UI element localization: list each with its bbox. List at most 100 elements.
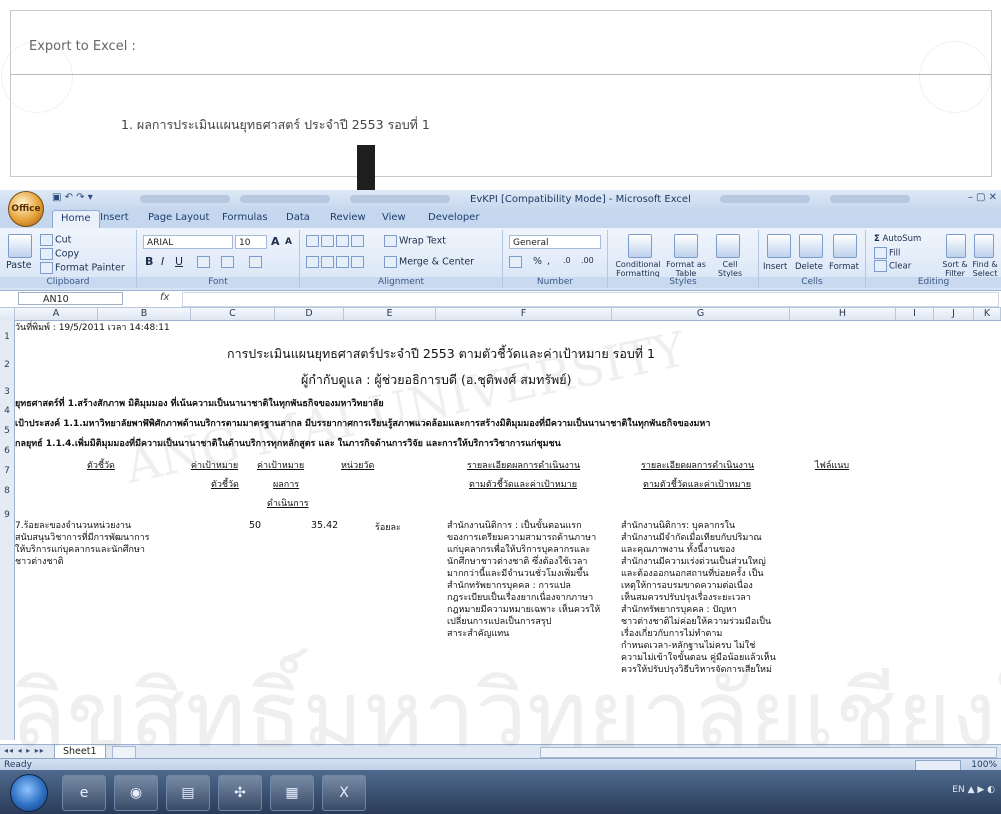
tab-home[interactable]: Home [52,210,100,228]
sort-filter-button[interactable]: Sort & Filter [940,260,970,278]
find-select-button[interactable]: Find & Select [970,260,1000,278]
group-label-cells: Cells [759,277,865,288]
format-button[interactable]: Format [829,262,859,272]
font-color-icon [249,256,262,268]
column-header[interactable]: G [612,308,790,320]
horizontal-scrollbar[interactable] [540,747,997,758]
brush-icon [40,262,53,274]
taskbar-excel-button[interactable]: X [322,775,366,811]
fill-color-icon [221,256,234,268]
borders-button[interactable] [197,256,212,268]
tab-page-layout[interactable]: Page Layout [148,212,209,223]
bold-button[interactable]: B [145,255,153,268]
start-button[interactable] [10,774,48,812]
tab-developer[interactable]: Developer [428,212,479,223]
grow-font-button[interactable]: A [271,235,280,248]
row-header[interactable]: 3 [0,387,14,397]
office-button[interactable]: Office [8,191,44,227]
percent-button[interactable]: % [533,256,542,267]
row-header[interactable]: 6 [0,446,14,456]
tab-formulas[interactable]: Formulas [222,212,268,223]
tab-review[interactable]: Review [330,212,366,223]
formula-input[interactable] [182,292,999,307]
tab-data[interactable]: Data [286,212,310,223]
quick-access-toolbar[interactable]: ▣ ↶ ↷ ▾ [52,192,132,207]
row-header[interactable]: 1 [0,332,14,342]
merge-center-button[interactable]: Merge & Center [384,256,474,268]
column-header[interactable]: J [934,308,974,320]
orientation-icon [351,235,364,247]
taskbar-app-button[interactable]: ✣ [218,775,262,811]
currency-button[interactable] [509,256,524,268]
column-header[interactable]: K [974,308,1001,320]
taskbar-media-button[interactable]: ◉ [114,775,158,811]
group-number: General % , .0 .00 Number [503,230,608,288]
clear-button[interactable]: Clear [874,260,911,272]
format-as-table-button[interactable]: Format as Table [664,260,708,278]
row-header[interactable]: 7 [0,466,14,476]
fx-icon[interactable]: fx [160,292,169,303]
format-cells-icon [833,234,857,258]
sheet-navigation[interactable]: ◂◂ ◂ ▸ ▸▸ [4,746,45,755]
column-header[interactable]: F [436,308,612,320]
name-box[interactable]: AN10 [18,292,123,305]
header-detail-g-2: ตามตัวชี้วัดและค่าเป้าหมาย [643,480,751,490]
column-header[interactable]: D [275,308,344,320]
italic-button[interactable]: I [161,255,164,268]
fill-color-button[interactable] [221,256,236,268]
column-header[interactable]: B [98,308,191,320]
window-controls[interactable]: – ▢ ✕ [968,192,997,203]
column-header[interactable]: C [191,308,275,320]
cell-indicator: 7.ร้อยละของจำนวนหน่วยงาน สนับสนุนวิชาการ… [15,521,150,567]
row-header[interactable]: 5 [0,426,14,436]
delete-button[interactable]: Delete [795,262,823,272]
format-painter-button[interactable]: Format Painter [40,262,125,274]
cell-styles-button[interactable]: Cell Styles [710,260,750,278]
align-middle-icon [321,235,334,247]
underline-button[interactable]: U [175,255,183,268]
sheet-tab-bar: ◂◂ ◂ ▸ ▸▸ Sheet1 [0,744,1001,759]
tab-view[interactable]: View [382,212,406,223]
row-header[interactable]: 4 [0,406,14,416]
header-detail-f-2: ตามตัวชี้วัดและค่าเป้าหมาย [469,480,577,490]
system-tray[interactable]: EN ▲ ▶ ◐ [952,785,995,795]
font-color-button[interactable] [249,256,264,268]
column-header[interactable]: A [15,308,98,320]
taskbar-ie-button[interactable]: e [62,775,106,811]
row-header[interactable]: 9 [0,510,14,520]
wrap-text-icon [384,235,397,247]
select-all-corner[interactable] [0,308,15,320]
wrap-text-button[interactable]: Wrap Text [384,235,446,247]
sheet-tab-sheet1[interactable]: Sheet1 [54,745,106,759]
taskbar-blur [830,195,910,203]
align-top-buttons[interactable] [306,235,366,247]
taskbar-folder-button[interactable]: ▤ [166,775,210,811]
column-header[interactable]: I [896,308,934,320]
paste-button[interactable]: Paste [6,260,32,271]
align-left-buttons[interactable] [306,256,366,268]
group-label-font: Font [137,277,299,288]
currency-icon [509,256,522,268]
tab-insert[interactable]: Insert [100,212,129,223]
worksheet-grid[interactable]: วันที่พิมพ์ : 19/5/2011 เวลา 14:48:11 กา… [15,320,1001,744]
increase-decimal-button[interactable]: .0 [563,256,571,265]
number-format-select[interactable]: General [509,235,601,249]
insert-button[interactable]: Insert [763,262,787,272]
font-name-select[interactable]: ARIAL [143,235,233,249]
fill-button[interactable]: Fill [874,247,900,259]
taskbar-doc-button[interactable]: ▦ [270,775,314,811]
conditional-formatting-button[interactable]: Conditional Formatting [614,260,662,278]
decrease-decimal-button[interactable]: .00 [581,256,594,265]
strategy-line: ยุทธศาสตร์ที่ 1.สร้างสักภาพ มิติมุมมอง ท… [15,399,384,409]
copy-button[interactable]: Copy [40,248,79,260]
font-size-select[interactable]: 10 [235,235,267,249]
comma-button[interactable]: , [547,256,550,267]
export-link-strategy-plan[interactable]: 1. ผลการประเมินแผนยุทธศาสตร์ ประจำปี 255… [121,115,430,135]
shrink-font-button[interactable]: A [285,237,292,247]
column-header[interactable]: H [790,308,896,320]
cut-button[interactable]: Cut [40,234,71,246]
row-header[interactable]: 8 [0,486,14,496]
row-header[interactable]: 2 [0,360,14,370]
column-header[interactable]: E [344,308,436,320]
autosum-button[interactable]: Σ AutoSum [874,234,921,244]
